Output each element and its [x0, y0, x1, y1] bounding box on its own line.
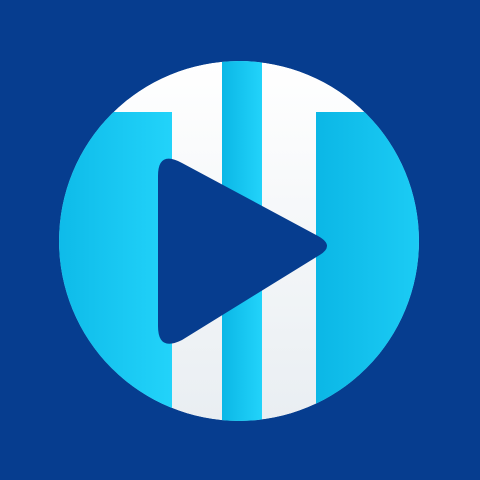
app-icon-artwork: [0, 0, 480, 480]
app-icon: [0, 0, 480, 480]
